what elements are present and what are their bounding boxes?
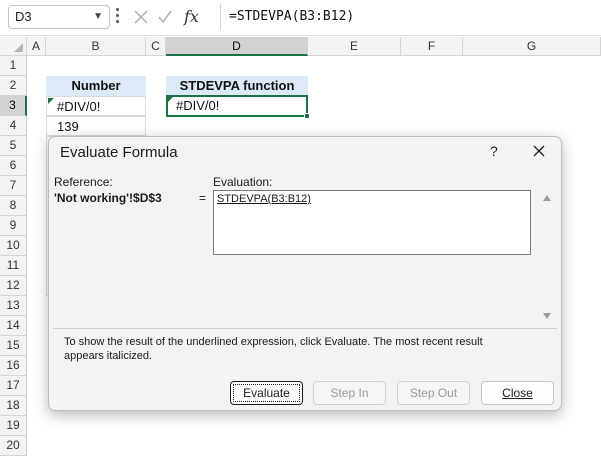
row-header-6[interactable]: 6 [0, 156, 27, 176]
column-header-d[interactable]: D [166, 37, 308, 56]
row-header-20[interactable]: 20 [0, 436, 27, 456]
row-header-12[interactable]: 12 [0, 276, 27, 296]
row-header-3[interactable]: 3 [0, 96, 27, 116]
insert-function-icon[interactable]: fx [184, 6, 199, 28]
row-header-19[interactable]: 19 [0, 416, 27, 436]
formula-input[interactable]: =STDEVPA(B3:B12) [229, 7, 354, 27]
step-out-button[interactable]: Step Out [397, 381, 470, 405]
cell-b3-value: #DIV/0! [57, 99, 101, 114]
row-header-1[interactable]: 1 [0, 56, 27, 76]
formula-bar: D3 ▼ fx =STDEVPA(B3:B12) [0, 0, 601, 36]
cell-b2-header[interactable]: Number [46, 76, 146, 96]
step-out-button-label: Step Out [409, 386, 458, 400]
column-header-a[interactable]: A [27, 37, 46, 56]
row-header-11[interactable]: 11 [0, 256, 27, 276]
row-header-17[interactable]: 17 [0, 376, 27, 396]
error-indicator-icon [48, 98, 54, 104]
column-header-b[interactable]: B [46, 37, 146, 56]
close-icon[interactable] [531, 143, 547, 159]
cell-b3[interactable]: #DIV/0! [46, 96, 146, 116]
close-button-label: Close [502, 386, 533, 400]
evaluate-button-label: Evaluate [243, 386, 290, 400]
step-in-button[interactable]: Step In [313, 381, 386, 405]
more-options-icon[interactable] [116, 8, 120, 26]
equals-sign: = [199, 191, 207, 205]
dialog-title: Evaluate Formula [60, 144, 178, 161]
select-all-corner[interactable] [0, 37, 27, 56]
scroll-up-icon[interactable] [543, 195, 551, 201]
name-box[interactable]: D3 ▼ [8, 5, 110, 29]
info-text: To show the result of the underlined exp… [64, 336, 483, 362]
active-cell-selection [166, 95, 310, 119]
row-header-16[interactable]: 16 [0, 356, 27, 376]
row-header-4[interactable]: 4 [0, 116, 27, 136]
row-header-10[interactable]: 10 [0, 236, 27, 256]
row-header-2[interactable]: 2 [0, 76, 27, 96]
row-header-13[interactable]: 13 [0, 296, 27, 316]
help-icon[interactable]: ? [490, 143, 498, 159]
dialog-divider [53, 328, 557, 329]
reference-label: Reference: [54, 175, 113, 189]
row-header-15[interactable]: 15 [0, 336, 27, 356]
chevron-down-icon[interactable]: ▼ [93, 6, 103, 28]
evaluation-expression: STDEVPA(B3:B12) [217, 193, 311, 205]
row-header-14[interactable]: 14 [0, 316, 27, 336]
row-header-5[interactable]: 5 [0, 136, 27, 156]
close-button[interactable]: Close [481, 381, 554, 405]
row-header-8[interactable]: 8 [0, 196, 27, 216]
cell-d2-header[interactable]: STDEVPA function [166, 76, 308, 96]
formula-bar-divider [220, 4, 221, 30]
reference-value: 'Not working'!$D$3 [54, 191, 162, 205]
step-in-button-label: Step In [330, 386, 369, 400]
evaluation-box[interactable]: STDEVPA(B3:B12) [213, 190, 531, 255]
evaluate-formula-dialog: Evaluate Formula ? Reference: 'Not worki… [48, 136, 562, 411]
row-header-9[interactable]: 9 [0, 216, 27, 236]
enter-check-icon[interactable] [157, 6, 173, 28]
cell-b4[interactable]: 139 [46, 116, 146, 136]
column-header-e[interactable]: E [308, 37, 401, 56]
scroll-down-icon[interactable] [543, 313, 551, 319]
column-header-c[interactable]: C [146, 37, 166, 56]
name-box-value: D3 [15, 9, 32, 24]
fill-handle[interactable] [304, 113, 310, 119]
evaluate-button[interactable]: Evaluate [230, 381, 303, 405]
row-header-7[interactable]: 7 [0, 176, 27, 196]
evaluation-label: Evaluation: [213, 175, 273, 189]
cancel-icon[interactable] [133, 6, 149, 28]
column-header-g[interactable]: G [463, 37, 601, 56]
row-header-18[interactable]: 18 [0, 396, 27, 416]
column-header-f[interactable]: F [401, 37, 463, 56]
